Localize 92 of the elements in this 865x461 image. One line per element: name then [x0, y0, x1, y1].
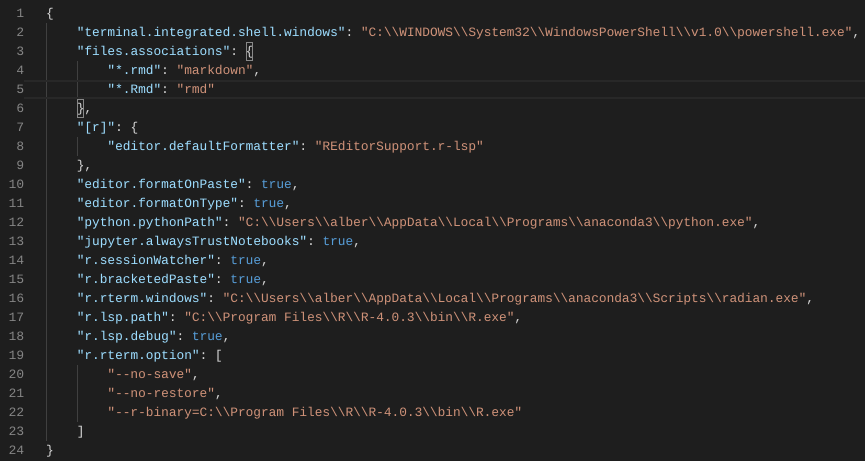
- line-number: 6: [15, 100, 24, 118]
- punctuation: :: [207, 290, 216, 308]
- punctuation: ,: [284, 195, 292, 213]
- json-key: "[r]": [76, 118, 116, 137]
- string-value: "REditorSupport.r-lsp": [314, 138, 484, 156]
- punctuation: :: [214, 271, 224, 289]
- line-number: 2: [15, 24, 24, 42]
- line-number: 5: [15, 81, 24, 99]
- line-number: 11: [8, 195, 24, 213]
- json-key: "r.lsp.debug": [76, 327, 177, 346]
- line-number: 4: [15, 62, 24, 80]
- punctuation: ,: [261, 271, 269, 289]
- punctuation: :: [176, 328, 186, 346]
- string-value: "C:\\Users\\alber\\AppData\\Local\\Programs\\anaconda3\\Scripts\\radian.exe": [222, 290, 806, 308]
- json-key: "terminal.integrated.shell.windows": [76, 23, 346, 42]
- line-number: 18: [8, 328, 24, 346]
- json-key: "editor.formatOnPaste": [76, 175, 246, 194]
- string-value: "markdown": [176, 62, 254, 80]
- boolean-value: true: [192, 328, 223, 346]
- punctuation: ,: [752, 214, 760, 232]
- punctuation: :: [161, 81, 170, 97]
- line-number: 22: [8, 404, 24, 422]
- punctuation: ,: [192, 366, 200, 384]
- punctuation: {: [246, 42, 254, 61]
- string-value: "--no-save": [107, 366, 192, 384]
- boolean-value: true: [230, 252, 261, 270]
- line-number: 20: [8, 366, 24, 384]
- line-number: 19: [8, 347, 24, 365]
- string-value: "C:\\Program Files\\R\\R-4.0.3\\bin\\R.exe": [184, 309, 514, 327]
- line-number: 17: [8, 309, 24, 327]
- punctuation: :: [161, 62, 170, 80]
- line-number: 15: [8, 271, 24, 289]
- line-number: 7: [15, 119, 24, 137]
- punctuation: :: [168, 309, 178, 327]
- line-number: 12: [8, 214, 24, 232]
- punctuation: :: [214, 252, 224, 270]
- punctuation: ,: [222, 328, 230, 346]
- punctuation: ]: [76, 423, 84, 441]
- punctuation: :: [345, 24, 354, 42]
- json-key: "r.sessionWatcher": [76, 251, 215, 270]
- line-number: 1: [15, 5, 24, 23]
- json-key: "python.pythonPath": [76, 213, 223, 232]
- punctuation: : {: [115, 119, 138, 137]
- punctuation: ,: [261, 252, 269, 270]
- line-number: 3: [15, 43, 24, 61]
- punctuation: :: [222, 214, 232, 232]
- json-key: "files.associations": [76, 42, 230, 61]
- line-number: 14: [8, 252, 24, 270]
- punctuation: }: [46, 442, 54, 460]
- punctuation: ,: [253, 62, 261, 80]
- json-key: "*.rmd": [107, 61, 162, 80]
- boolean-value: true: [253, 195, 284, 213]
- punctuation: },: [76, 157, 92, 175]
- punctuation: {: [46, 5, 54, 23]
- boolean-value: true: [261, 176, 292, 194]
- punctuation: :: [246, 176, 254, 194]
- json-key: "r.bracketedPaste": [76, 270, 215, 289]
- string-value: "C:\\Users\\alber\\AppData\\Local\\Programs\\anaconda3\\python.exe": [238, 214, 752, 232]
- string-value: "C:\\WINDOWS\\System32\\WindowsPowerShell\\v1.0\\powershell.exe": [360, 24, 852, 42]
- line-number: 21: [8, 385, 24, 403]
- line-number: 23: [8, 423, 24, 441]
- boolean-value: true: [230, 271, 261, 289]
- line-number: 8: [15, 138, 24, 156]
- json-key: "r.lsp.path": [76, 308, 169, 327]
- json-key: "r.rterm.option": [76, 346, 200, 365]
- line-number: 9: [15, 157, 24, 175]
- string-value: "--no-restore": [107, 385, 215, 403]
- line-number: 13: [8, 233, 24, 251]
- punctuation: ,: [806, 290, 814, 308]
- string-value: "rmd": [176, 81, 215, 97]
- punctuation: }: [76, 99, 84, 118]
- punctuation: ,: [292, 176, 300, 194]
- boolean-value: true: [322, 233, 354, 251]
- json-key: "r.rterm.windows": [76, 289, 208, 308]
- line-number: 10: [8, 176, 24, 194]
- line-number: 24: [8, 442, 24, 460]
- json-key: "*.Rmd": [107, 80, 162, 97]
- punctuation: ,: [353, 233, 361, 251]
- json-key: "editor.formatOnType": [76, 194, 238, 213]
- punctuation: ,: [84, 100, 92, 118]
- json-key: "jupyter.alwaysTrustNotebooks": [76, 232, 308, 251]
- json-key: "editor.defaultFormatter": [107, 137, 300, 156]
- punctuation: ,: [514, 309, 522, 327]
- punctuation: ,: [214, 385, 223, 403]
- punctuation: : [: [200, 347, 223, 365]
- line-number: 16: [8, 290, 24, 308]
- punctuation: :: [230, 43, 239, 61]
- punctuation: ,: [852, 24, 860, 42]
- string-value: "--r-binary=C:\\Program Files\\R\\R-4.0.3\\bin\\R.exe": [107, 404, 522, 422]
- punctuation: :: [238, 195, 247, 213]
- punctuation: :: [299, 138, 308, 156]
- punctuation: :: [307, 233, 316, 251]
